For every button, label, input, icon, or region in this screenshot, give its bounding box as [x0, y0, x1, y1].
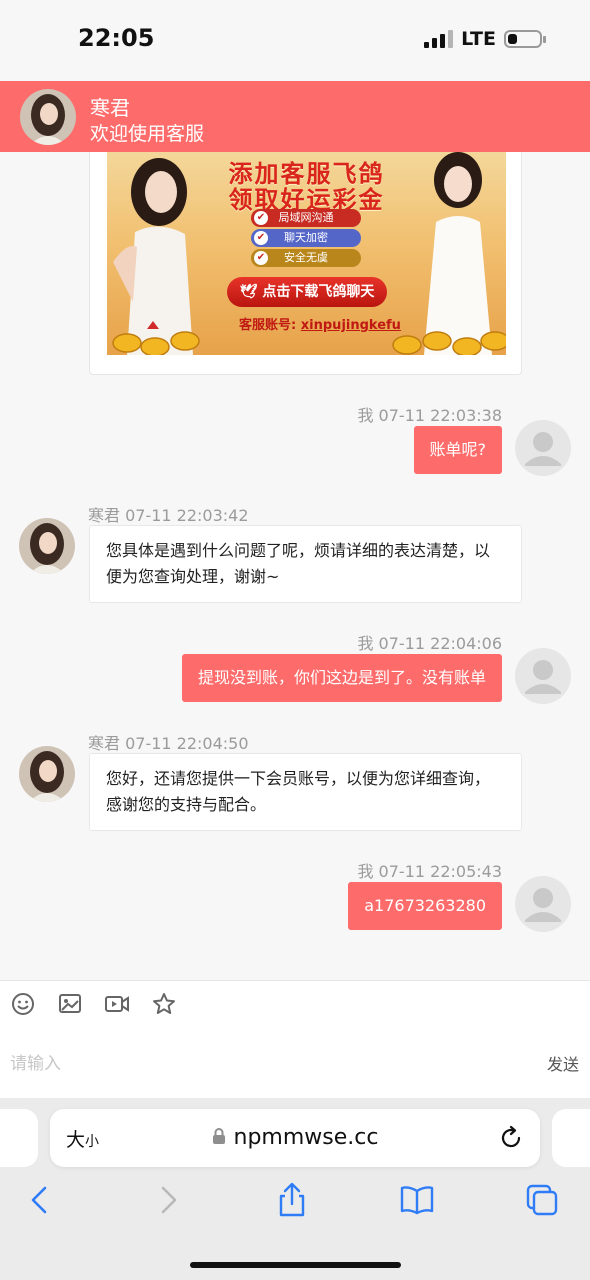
bookmarks-icon[interactable]: [399, 1182, 435, 1218]
browser-chrome: 大小 npmmwse.cc: [0, 1098, 590, 1280]
agent-avatar: [19, 518, 75, 574]
next-tab-preview[interactable]: [552, 1109, 590, 1167]
message-input[interactable]: [8, 1048, 512, 1080]
url-display[interactable]: npmmwse.cc: [50, 1125, 540, 1150]
download-button[interactable]: 🕊 点击下载飞鸽聊天: [227, 277, 387, 307]
battery-icon: [504, 30, 546, 48]
back-icon[interactable]: [22, 1182, 58, 1218]
message-bubble-outgoing[interactable]: 提现没到账，你们这边是到了。没有账单: [181, 654, 502, 702]
message-bubble-incoming[interactable]: 您好，还请您提供一下会员账号，以便为您详细查询，感谢您的支持与配合。: [89, 753, 522, 831]
coins-decoration: [112, 321, 506, 355]
user-avatar: [515, 420, 571, 476]
message-meta: 寒君 07-11 22:04:50: [88, 734, 249, 753]
user-avatar: [515, 648, 571, 704]
composer: 发送: [0, 1028, 590, 1098]
home-indicator[interactable]: [190, 1262, 401, 1268]
status-bar: 22:05 LTE: [0, 0, 590, 80]
forward-icon[interactable]: [150, 1182, 186, 1218]
chat-header: 寒君 欢迎使用客服: [0, 81, 590, 152]
message-meta: 我 07-11 22:04:06: [357, 634, 502, 653]
person-icon: [525, 432, 561, 466]
feature-pill-1: ✔ 局域网沟通: [251, 209, 361, 227]
star-icon[interactable]: [151, 991, 177, 1017]
emoji-icon[interactable]: [10, 991, 36, 1017]
reload-icon[interactable]: [498, 1125, 524, 1151]
lock-icon: [212, 1128, 225, 1144]
message-bubble-outgoing[interactable]: 账单呢?: [413, 426, 502, 474]
image-icon[interactable]: [57, 991, 83, 1017]
agent-name: 寒君: [90, 96, 130, 120]
status-time: 22:05: [78, 24, 155, 52]
message-bubble-outgoing[interactable]: a17673263280: [348, 882, 502, 930]
address-bar[interactable]: 大小 npmmwse.cc: [50, 1109, 540, 1167]
message-bubble-incoming[interactable]: 您具体是遇到什么问题了呢，烦请详细的表达清楚，以便为您查询处理，谢谢~: [89, 525, 522, 603]
url-text: npmmwse.cc: [233, 1125, 379, 1150]
previous-tab-preview[interactable]: [0, 1109, 38, 1167]
signal-icon: [424, 30, 454, 48]
video-icon[interactable]: [104, 991, 130, 1017]
send-button[interactable]: 发送: [547, 1051, 579, 1075]
agent-avatar: [19, 746, 75, 802]
tabs-icon[interactable]: [524, 1182, 560, 1218]
message-list[interactable]: 添加客服飞鸽 领取好运彩金 ✔ 局域网沟通 ✔ 聊天加密 ✔ 安全无虞 🕊 点击下载飞…: [0, 152, 590, 980]
person-icon: [525, 888, 561, 922]
promo-banner[interactable]: 添加客服飞鸽 领取好运彩金 ✔ 局域网沟通 ✔ 聊天加密 ✔ 安全无虞 🕊 点击下载飞…: [107, 152, 506, 355]
network-label: LTE: [461, 28, 496, 50]
share-icon[interactable]: [274, 1182, 310, 1218]
feature-pill-3: ✔ 安全无虞: [251, 249, 361, 267]
banner-card: 添加客服飞鸽 领取好运彩金 ✔ 局域网沟通 ✔ 聊天加密 ✔ 安全无虞 🕊 点击下载飞…: [89, 152, 522, 375]
header-subtitle: 欢迎使用客服: [90, 123, 205, 145]
composer-toolbar: [0, 980, 590, 1029]
person-icon: [525, 660, 561, 694]
agent-avatar[interactable]: [20, 89, 76, 145]
message-meta: 我 07-11 22:05:43: [357, 862, 502, 881]
message-meta: 寒君 07-11 22:03:42: [88, 506, 249, 525]
message-meta: 我 07-11 22:03:38: [357, 406, 502, 425]
status-indicators: LTE: [424, 28, 546, 50]
feature-pill-2: ✔ 聊天加密: [251, 229, 361, 247]
user-avatar: [515, 876, 571, 932]
